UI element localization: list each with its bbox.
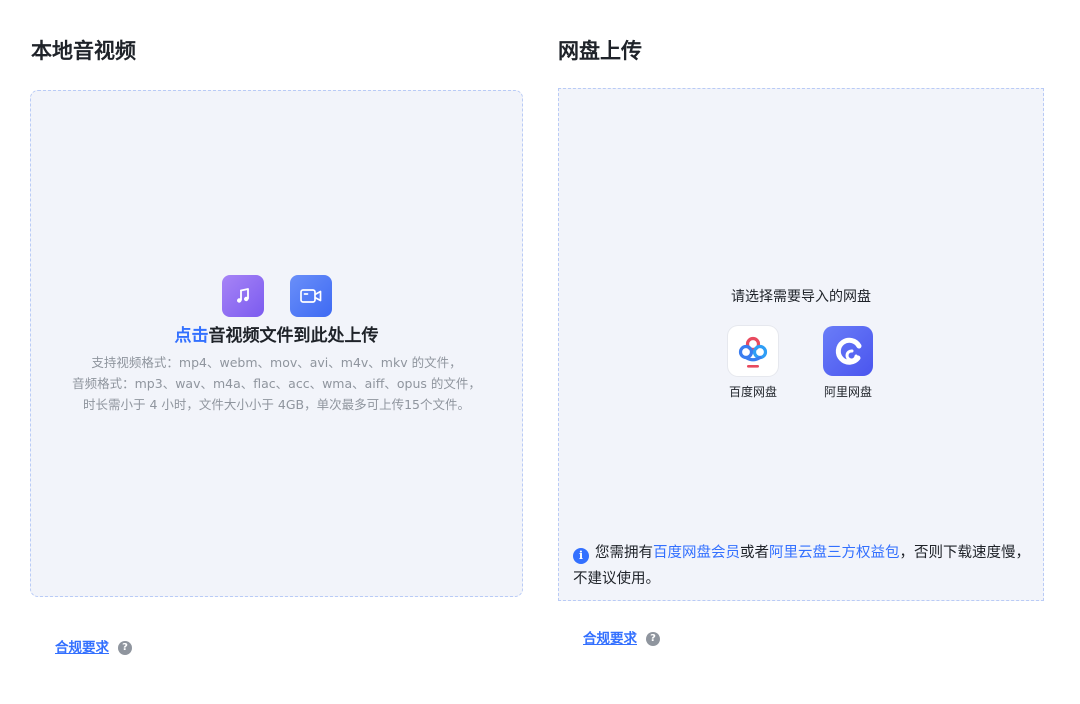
video-camera-icon xyxy=(290,275,332,317)
baidu-netdisk-icon xyxy=(728,326,778,376)
compliance-link[interactable]: 合规要求 xyxy=(55,638,109,658)
drive-label-baidu: 百度网盘 xyxy=(728,385,777,399)
local-section-title: 本地音视频 xyxy=(31,39,136,63)
notice-prefix: 您需拥有 xyxy=(595,545,653,561)
help-icon[interactable]: ? xyxy=(646,632,660,646)
hint-line-audio-formats: 音频格式：mp3、wav、m4a、flac、acc、wma、aiff、opus … xyxy=(72,376,481,391)
aliyun-benefit-link[interactable]: 阿里云盘三方权益包 xyxy=(769,545,900,561)
drive-option-baidu[interactable]: 百度网盘 xyxy=(718,326,788,400)
aliyun-drive-icon xyxy=(823,326,873,376)
upload-instruction-text: 音视频文件到此处上传 xyxy=(208,326,379,346)
help-icon[interactable]: ? xyxy=(118,641,132,655)
info-icon: i xyxy=(573,548,589,564)
compliance-link[interactable]: 合规要求 xyxy=(583,629,637,649)
format-hint: 支持视频格式：mp4、webm、mov、avi、m4v、mkv 的文件， 音频格… xyxy=(31,352,522,415)
drive-option-aliyun[interactable]: 阿里网盘 xyxy=(813,326,883,400)
cloud-prompt: 请选择需要导入的网盘 xyxy=(731,289,871,305)
music-note-icon xyxy=(222,275,264,317)
local-compliance: 合规要求 ? xyxy=(55,638,132,658)
cloud-upload-panel: 请选择需要导入的网盘 百度网盘 阿里网盘 i 您需拥有百度网盘会员或者阿里云盘三… xyxy=(558,88,1044,601)
click-upload-link[interactable]: 点击 xyxy=(175,326,209,346)
cloud-compliance: 合规要求 ? xyxy=(583,629,660,649)
hint-line-video-formats: 支持视频格式：mp4、webm、mov、avi、m4v、mkv 的文件， xyxy=(91,355,462,370)
hint-line-limits: 时长需小于 4 小时，文件大小小于 4GB，单次最多可上传15个文件。 xyxy=(83,397,470,412)
notice-middle: 或者 xyxy=(740,545,769,561)
membership-notice: i 您需拥有百度网盘会员或者阿里云盘三方权益包，否则下载速度慢，不建议使用。 xyxy=(573,540,1033,592)
upload-page: 本地音视频 点击音视频文件到此处上传 支持视频格式：mp4、webm、mov、a… xyxy=(0,0,1080,704)
baidu-membership-link[interactable]: 百度网盘会员 xyxy=(653,545,740,561)
cloud-section-title: 网盘上传 xyxy=(558,39,642,63)
upload-instruction: 点击音视频文件到此处上传 xyxy=(31,324,522,348)
drive-label-aliyun: 阿里网盘 xyxy=(823,385,872,399)
local-upload-dropzone[interactable]: 点击音视频文件到此处上传 支持视频格式：mp4、webm、mov、avi、m4v… xyxy=(30,90,523,597)
